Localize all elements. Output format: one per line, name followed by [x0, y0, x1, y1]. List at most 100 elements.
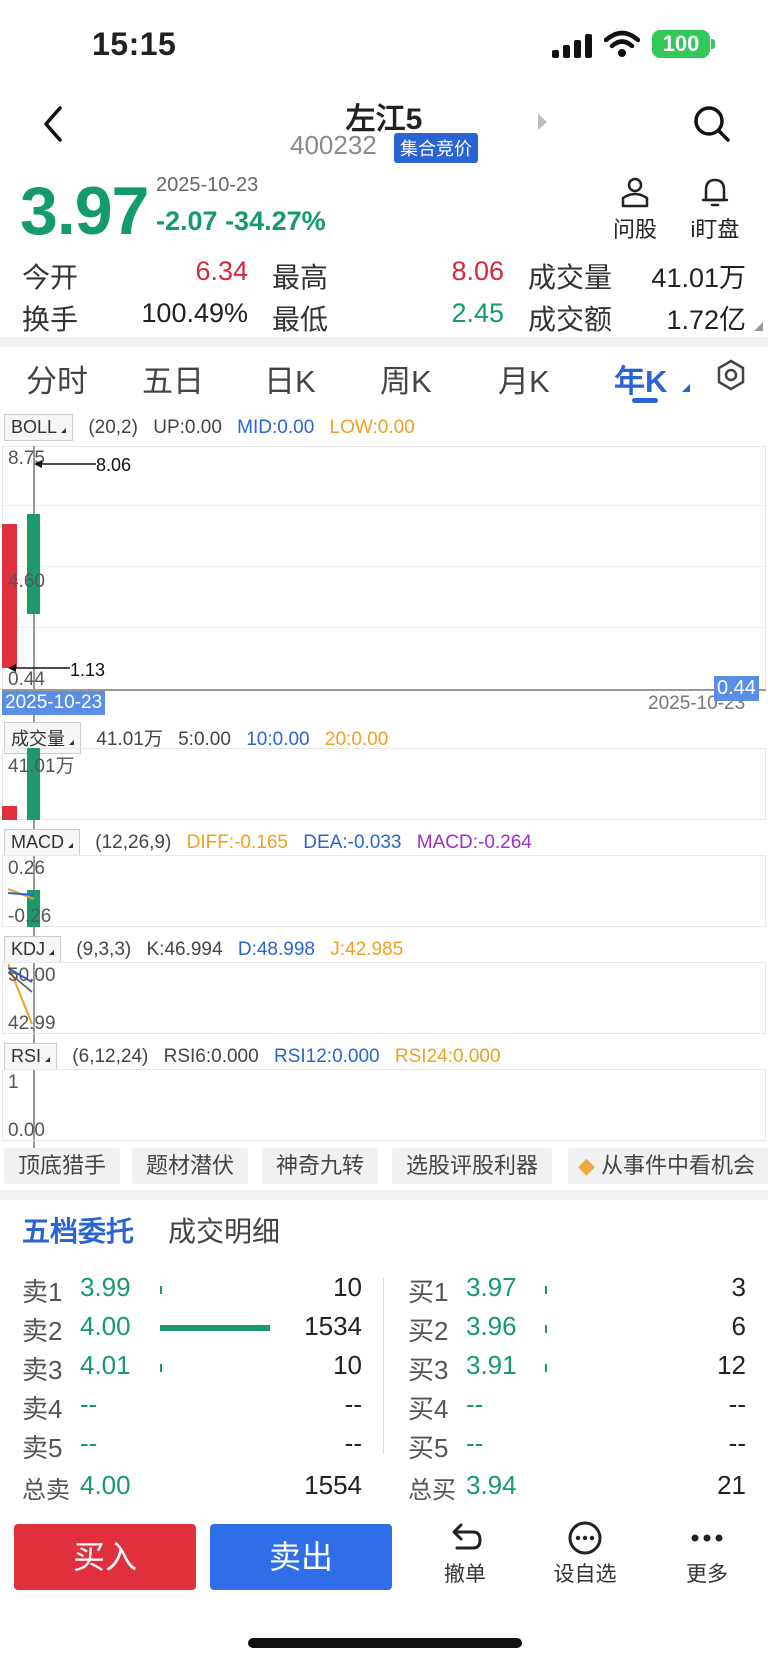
- person-icon: [621, 177, 649, 208]
- high-arrow-icon: [34, 460, 96, 468]
- sell-level-label: 卖2: [22, 1316, 63, 1346]
- sell-level-price[interactable]: --: [80, 1428, 97, 1459]
- candle-current: [27, 514, 40, 614]
- rsi-selector-button[interactable]: RSI: [4, 1043, 58, 1070]
- add-watchlist-button[interactable]: 设自选: [540, 1520, 630, 1588]
- stat-turnover-value: 100.49%: [141, 298, 248, 328]
- buy-level-volume: --: [728, 1389, 746, 1419]
- wifi-icon: [604, 30, 640, 57]
- sell-level-price[interactable]: --: [80, 1389, 97, 1420]
- high-mark: 8.06: [96, 455, 132, 475]
- change-percent: -34.27%: [225, 206, 326, 236]
- battery-tip: [711, 39, 715, 49]
- quote-date: 2025-10-23: [156, 174, 259, 196]
- macd-chart[interactable]: [2, 855, 766, 927]
- tab-active-underline: [632, 398, 658, 403]
- tab-daily-k[interactable]: 日K: [264, 356, 316, 401]
- more-button[interactable]: 更多: [662, 1520, 752, 1588]
- kdj-selector-button[interactable]: KDJ: [4, 936, 62, 963]
- stat-amount-label: 成交额: [528, 304, 613, 335]
- sell-volume-bar: [160, 1325, 270, 1331]
- stock-code: 400232: [290, 130, 377, 160]
- search-icon[interactable]: [692, 104, 732, 144]
- expand-stats-icon[interactable]: [754, 322, 763, 331]
- kline-chart[interactable]: [2, 446, 766, 690]
- chip-bottom-hunter[interactable]: 顶底猎手: [4, 1148, 121, 1184]
- sell-level-price[interactable]: 3.99: [80, 1272, 131, 1303]
- sell-level-volume: --: [344, 1389, 362, 1419]
- tab-weekly-k[interactable]: 周K: [380, 356, 432, 401]
- buy-level-label: 买5: [408, 1433, 449, 1463]
- stat-turnover-label: 换手: [22, 304, 79, 335]
- tab-monthly-k[interactable]: 月K: [498, 356, 550, 401]
- tab-dropdown-icon[interactable]: [682, 384, 690, 392]
- macd-header: MACD (12,26,9) DIFF:-0.165 DEA:-0.033 MA…: [4, 829, 542, 856]
- sell-total-label: 总卖: [22, 1477, 70, 1504]
- next-stock-arrow-icon[interactable]: [538, 114, 547, 130]
- stat-volume-value: 41.01万: [651, 263, 746, 293]
- ask-stock-button[interactable]: 问股: [595, 176, 675, 244]
- buy-level-price[interactable]: 3.91: [466, 1350, 517, 1381]
- tab-yearly-k[interactable]: 年K: [614, 356, 667, 401]
- price-line: [2, 689, 766, 691]
- diamond-icon: ◆: [578, 1153, 595, 1178]
- sell-volume-bar: [160, 1364, 162, 1372]
- kdj-header: KDJ (9,3,3) K:46.994 D:48.998 J:42.985: [4, 936, 413, 963]
- chart-settings-icon[interactable]: [714, 358, 748, 392]
- kdj-chart[interactable]: [2, 962, 766, 1034]
- sell-level-price[interactable]: 4.00: [80, 1311, 131, 1342]
- tab-intraday[interactable]: 分时: [26, 356, 88, 401]
- sell-level-label: 卖4: [22, 1394, 63, 1424]
- macd-axis-bottom: -0.26: [8, 906, 52, 927]
- price-change: -2.07 -34.27%: [156, 206, 326, 237]
- tab-order-book[interactable]: 五档委托: [22, 1210, 134, 1250]
- buy-level-label: 买3: [408, 1355, 449, 1385]
- buy-level-volume: 12: [717, 1350, 746, 1380]
- buy-button[interactable]: 买入: [14, 1524, 196, 1590]
- buy-level-label: 买1: [408, 1277, 449, 1307]
- buy-level-volume: 6: [731, 1311, 746, 1341]
- buy-level-price[interactable]: --: [466, 1428, 483, 1459]
- sell-level-price[interactable]: 4.01: [80, 1350, 131, 1381]
- buy-level-price[interactable]: 3.97: [466, 1272, 517, 1303]
- rsi-axis-top: 1: [8, 1072, 19, 1093]
- chip-theme-latent[interactable]: 题材潜伏: [132, 1148, 249, 1184]
- stat-high-value: 8.06: [451, 256, 504, 286]
- buy-level-label: 买2: [408, 1316, 449, 1346]
- sell-level-volume: 10: [333, 1272, 362, 1302]
- status-time: 15:15: [92, 26, 177, 62]
- undo-icon: [452, 1523, 482, 1550]
- stat-amount-value: 1.72亿: [666, 305, 746, 335]
- buy-total-volume: 21: [717, 1470, 746, 1500]
- chip-stock-picker[interactable]: 选股评股利器: [392, 1148, 553, 1184]
- sell-button[interactable]: 卖出: [210, 1524, 392, 1590]
- chip-event-opportunity[interactable]: ◆ 从事件中看机会: [568, 1148, 768, 1184]
- home-indicator: [248, 1638, 522, 1648]
- current-price: 3.97: [20, 173, 149, 249]
- watch-board-button[interactable]: i盯盘: [675, 176, 755, 244]
- boll-selector-button[interactable]: BOLL: [4, 414, 74, 441]
- sell-level-volume: 1534: [304, 1311, 362, 1341]
- buy-level-price[interactable]: --: [466, 1389, 483, 1420]
- buy-total-price: 3.94: [466, 1470, 517, 1500]
- sell-total-volume: 1554: [304, 1470, 362, 1500]
- buy-level-volume: 3: [731, 1272, 746, 1302]
- kdj-axis-top: 50.00: [8, 965, 56, 986]
- tab-trade-details[interactable]: 成交明细: [168, 1210, 280, 1250]
- buy-level-price[interactable]: 3.96: [466, 1311, 517, 1342]
- macd-selector-button[interactable]: MACD: [4, 829, 80, 856]
- rsi-chart[interactable]: [2, 1069, 766, 1141]
- grid-line: [2, 627, 766, 628]
- chip-magic-nine[interactable]: 神奇九转: [262, 1148, 379, 1184]
- volume-chart[interactable]: [2, 748, 766, 820]
- stat-volume-label: 成交量: [528, 262, 613, 293]
- more-dots-icon: [691, 1534, 723, 1542]
- sell-level-label: 卖1: [22, 1277, 63, 1307]
- stat-low-label: 最低: [272, 304, 329, 335]
- tab-five-day[interactable]: 五日: [142, 356, 204, 401]
- change-amount: -2.07: [156, 206, 218, 236]
- cancel-order-button[interactable]: 撤单: [420, 1520, 510, 1588]
- crosshair-date-label: 2025-10-23: [2, 691, 106, 715]
- low-mark: 1.13: [70, 660, 106, 680]
- cellular-signal-icon: [552, 34, 592, 58]
